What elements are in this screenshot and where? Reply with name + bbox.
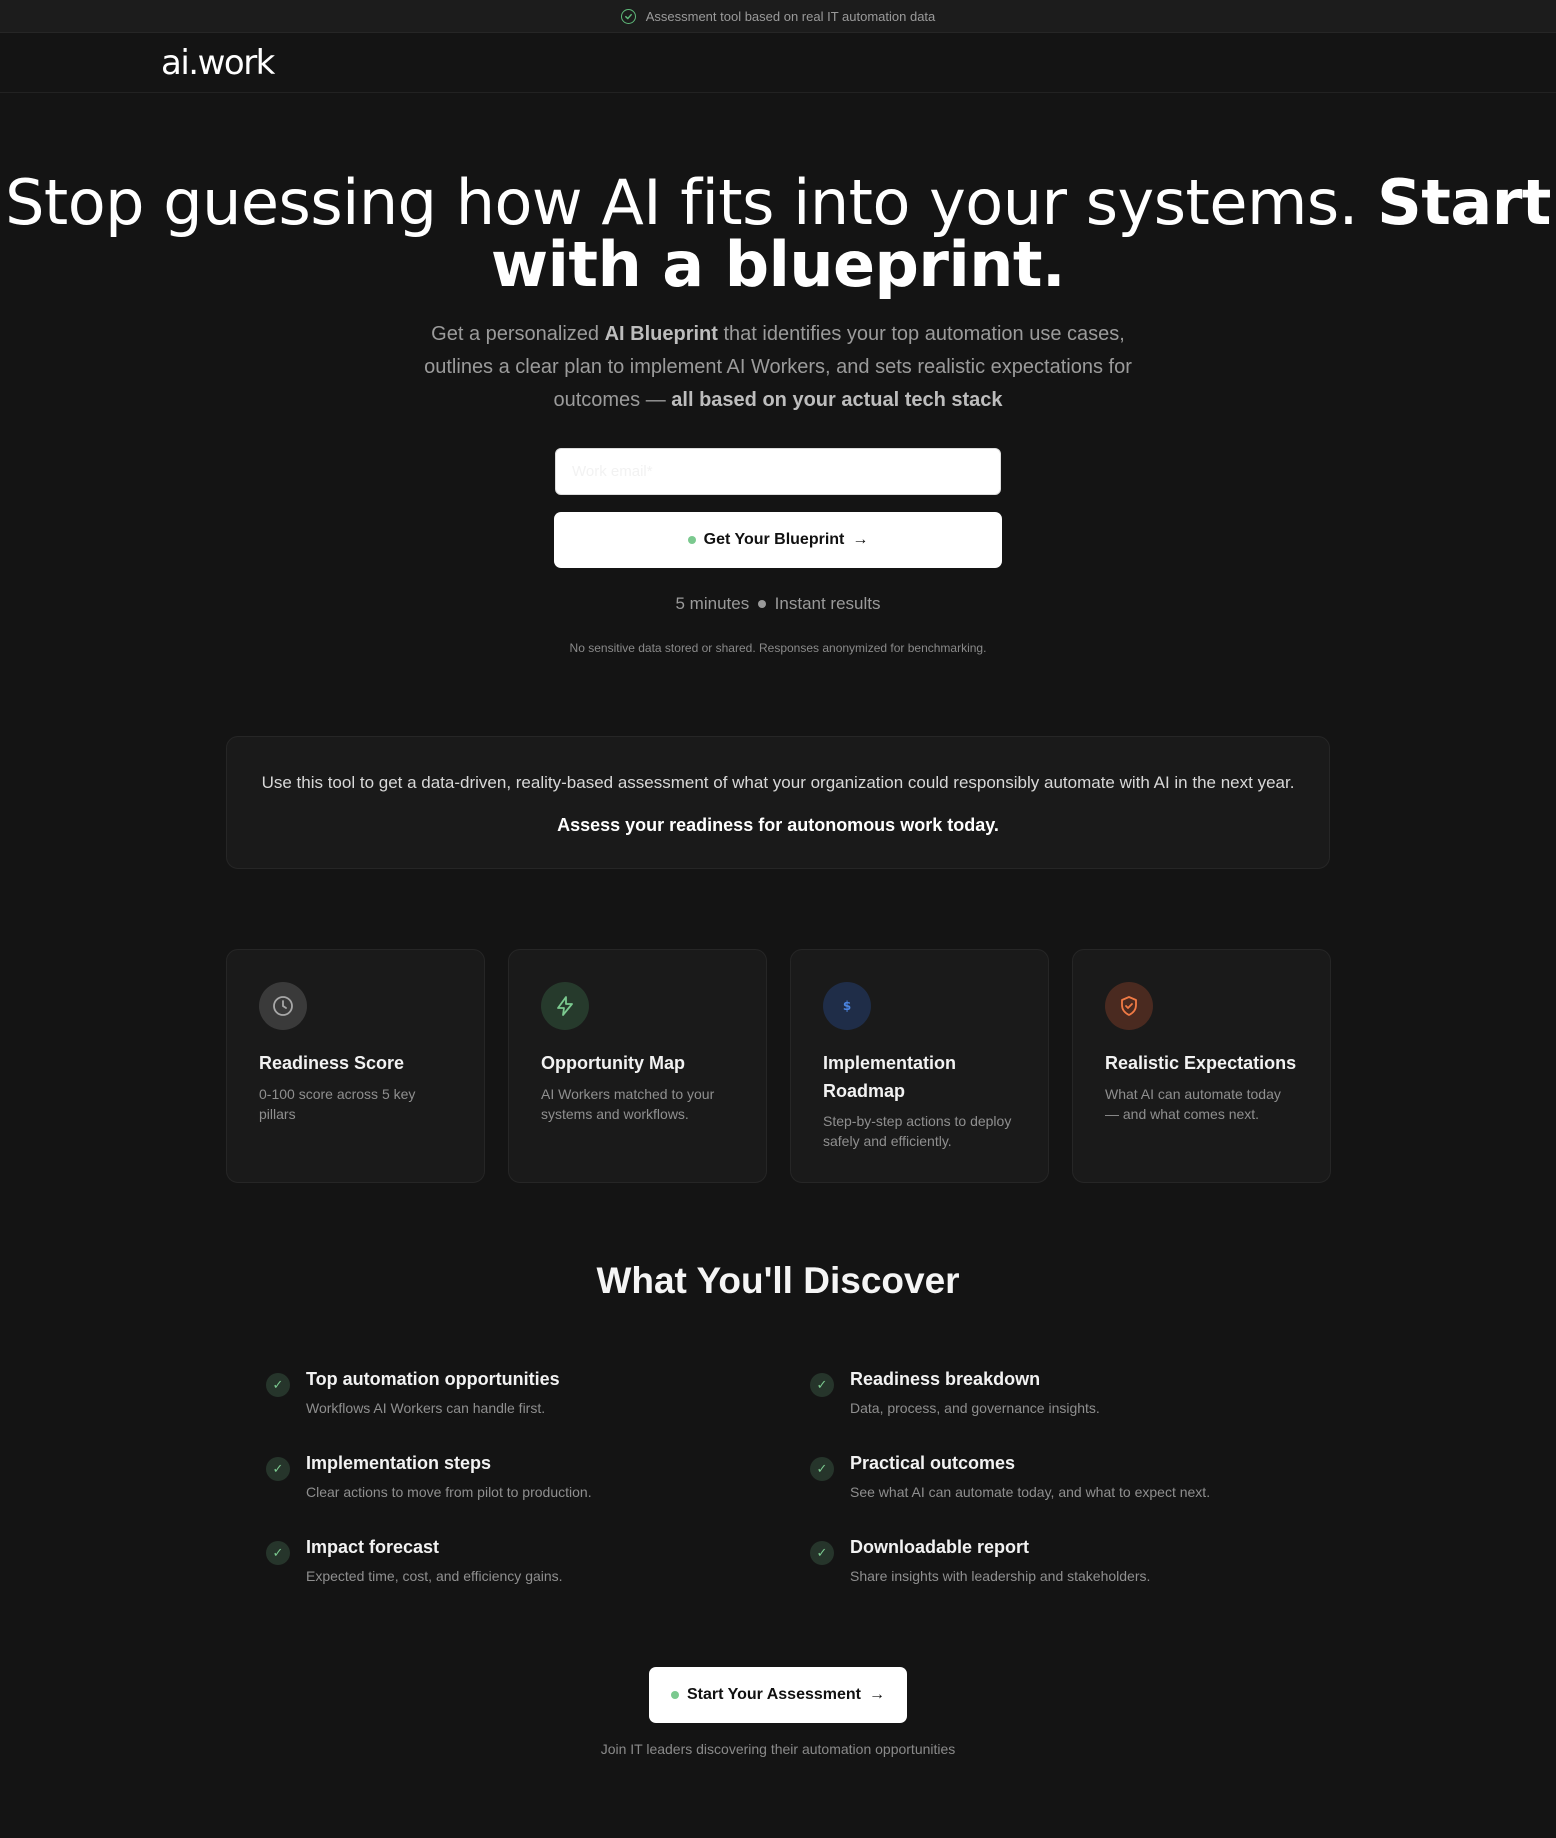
start-assessment-button[interactable]: Start Your Assessment → bbox=[649, 1667, 907, 1723]
discover-item-title: Top automation opportunities bbox=[306, 1369, 560, 1389]
hero-subtitle-pre: Get a personalized bbox=[431, 323, 605, 345]
card-description: AI Workers matched to your systems and w… bbox=[541, 1086, 715, 1122]
hero-subtitle-highlight-2: all based on your actual tech stack bbox=[671, 389, 1003, 411]
discover-item-desc: See what AI can automate today, and what… bbox=[850, 1484, 1211, 1500]
clock-icon bbox=[259, 982, 307, 1030]
hero-title: Stop guessing how AI fits into your syst… bbox=[0, 172, 1556, 296]
shield-check-icon bbox=[1105, 982, 1153, 1030]
check-icon: ✓ bbox=[810, 1541, 834, 1565]
hero-subtitle-highlight: AI Blueprint bbox=[604, 323, 718, 345]
discover-heading: What You'll Discover bbox=[596, 1260, 960, 1301]
arrow-right-icon: → bbox=[869, 1686, 885, 1703]
bullet-separator bbox=[757, 599, 766, 608]
card-description: 0-100 score across 5 key pillars bbox=[259, 1086, 416, 1122]
start-assessment-label: Start Your Assessment bbox=[687, 1686, 861, 1703]
discover-item-title: Readiness breakdown bbox=[850, 1369, 1041, 1389]
check-icon: ✓ bbox=[266, 1373, 290, 1397]
discover-item-desc: Workflows AI Workers can handle first. bbox=[306, 1400, 546, 1416]
meta-duration: 5 minutes bbox=[675, 594, 750, 613]
discover-item-title: Downloadable report bbox=[850, 1537, 1030, 1557]
discover-item-desc: Share insights with leadership and stake… bbox=[850, 1568, 1151, 1584]
navbar: ai.work bbox=[0, 33, 1556, 93]
join-note: Join IT leaders discovering their automa… bbox=[600, 1741, 956, 1757]
hero-subtitle: Get a personalized AI Blueprint that ide… bbox=[400, 318, 1156, 417]
card-title: Opportunity Map bbox=[541, 1053, 685, 1073]
check-circle-icon bbox=[620, 8, 636, 24]
meta-results: Instant results bbox=[774, 594, 881, 613]
check-icon: ✓ bbox=[810, 1373, 834, 1397]
meta-line: 5 minutes Instant results bbox=[0, 594, 1556, 614]
card-readiness-score: Readiness Score 0-100 score across 5 key… bbox=[226, 949, 485, 1183]
discover-item-desc: Data, process, and governance insights. bbox=[850, 1400, 1100, 1416]
discover-item-title: Impact forecast bbox=[306, 1537, 440, 1557]
announcement-text: Assessment tool based on real IT automat… bbox=[645, 8, 936, 24]
announcement-bar: Assessment tool based on real IT automat… bbox=[0, 0, 1556, 33]
logo[interactable]: ai.work bbox=[161, 43, 275, 83]
status-dot-icon bbox=[671, 1691, 679, 1699]
card-description: What AI can automate today — and what co… bbox=[1105, 1086, 1281, 1122]
card-title: Realistic Expectations bbox=[1105, 1053, 1297, 1073]
discover-item-title: Practical outcomes bbox=[850, 1453, 1016, 1473]
info-description: Use this tool to get a data-driven, real… bbox=[261, 773, 1295, 792]
email-field[interactable] bbox=[555, 448, 1001, 495]
card-title: Implementation Roadmap bbox=[823, 1053, 957, 1101]
card-implementation-roadmap: $ Implementation Roadmap Step-by-step ac… bbox=[790, 949, 1049, 1183]
get-blueprint-label: Get Your Blueprint bbox=[703, 531, 845, 548]
svg-text:$: $ bbox=[843, 999, 851, 1013]
card-title: Readiness Score bbox=[259, 1053, 405, 1073]
arrow-right-icon: → bbox=[852, 531, 869, 548]
card-realistic-expectations: Realistic Expectations What AI can autom… bbox=[1072, 949, 1331, 1183]
check-icon: ✓ bbox=[810, 1457, 834, 1481]
check-icon: ✓ bbox=[266, 1541, 290, 1565]
card-description: Step-by-step actions to deploy safely an… bbox=[823, 1113, 1012, 1149]
info-box: Use this tool to get a data-driven, real… bbox=[226, 736, 1330, 869]
card-opportunity-map: Opportunity Map AI Workers matched to yo… bbox=[508, 949, 767, 1183]
status-dot-icon bbox=[687, 536, 696, 544]
check-icon: ✓ bbox=[266, 1457, 290, 1481]
lightning-icon bbox=[541, 982, 589, 1030]
privacy-note: No sensitive data stored or shared. Resp… bbox=[569, 641, 987, 655]
dollar-icon: $ bbox=[823, 982, 871, 1030]
get-blueprint-button[interactable]: Get Your Blueprint → bbox=[554, 512, 1002, 568]
discover-item-title: Implementation steps bbox=[306, 1453, 492, 1473]
info-callout: Assess your readiness for autonomous wor… bbox=[557, 815, 999, 835]
discover-item-desc: Expected time, cost, and efficiency gain… bbox=[306, 1568, 563, 1584]
discover-item-desc: Clear actions to move from pilot to prod… bbox=[306, 1484, 592, 1500]
